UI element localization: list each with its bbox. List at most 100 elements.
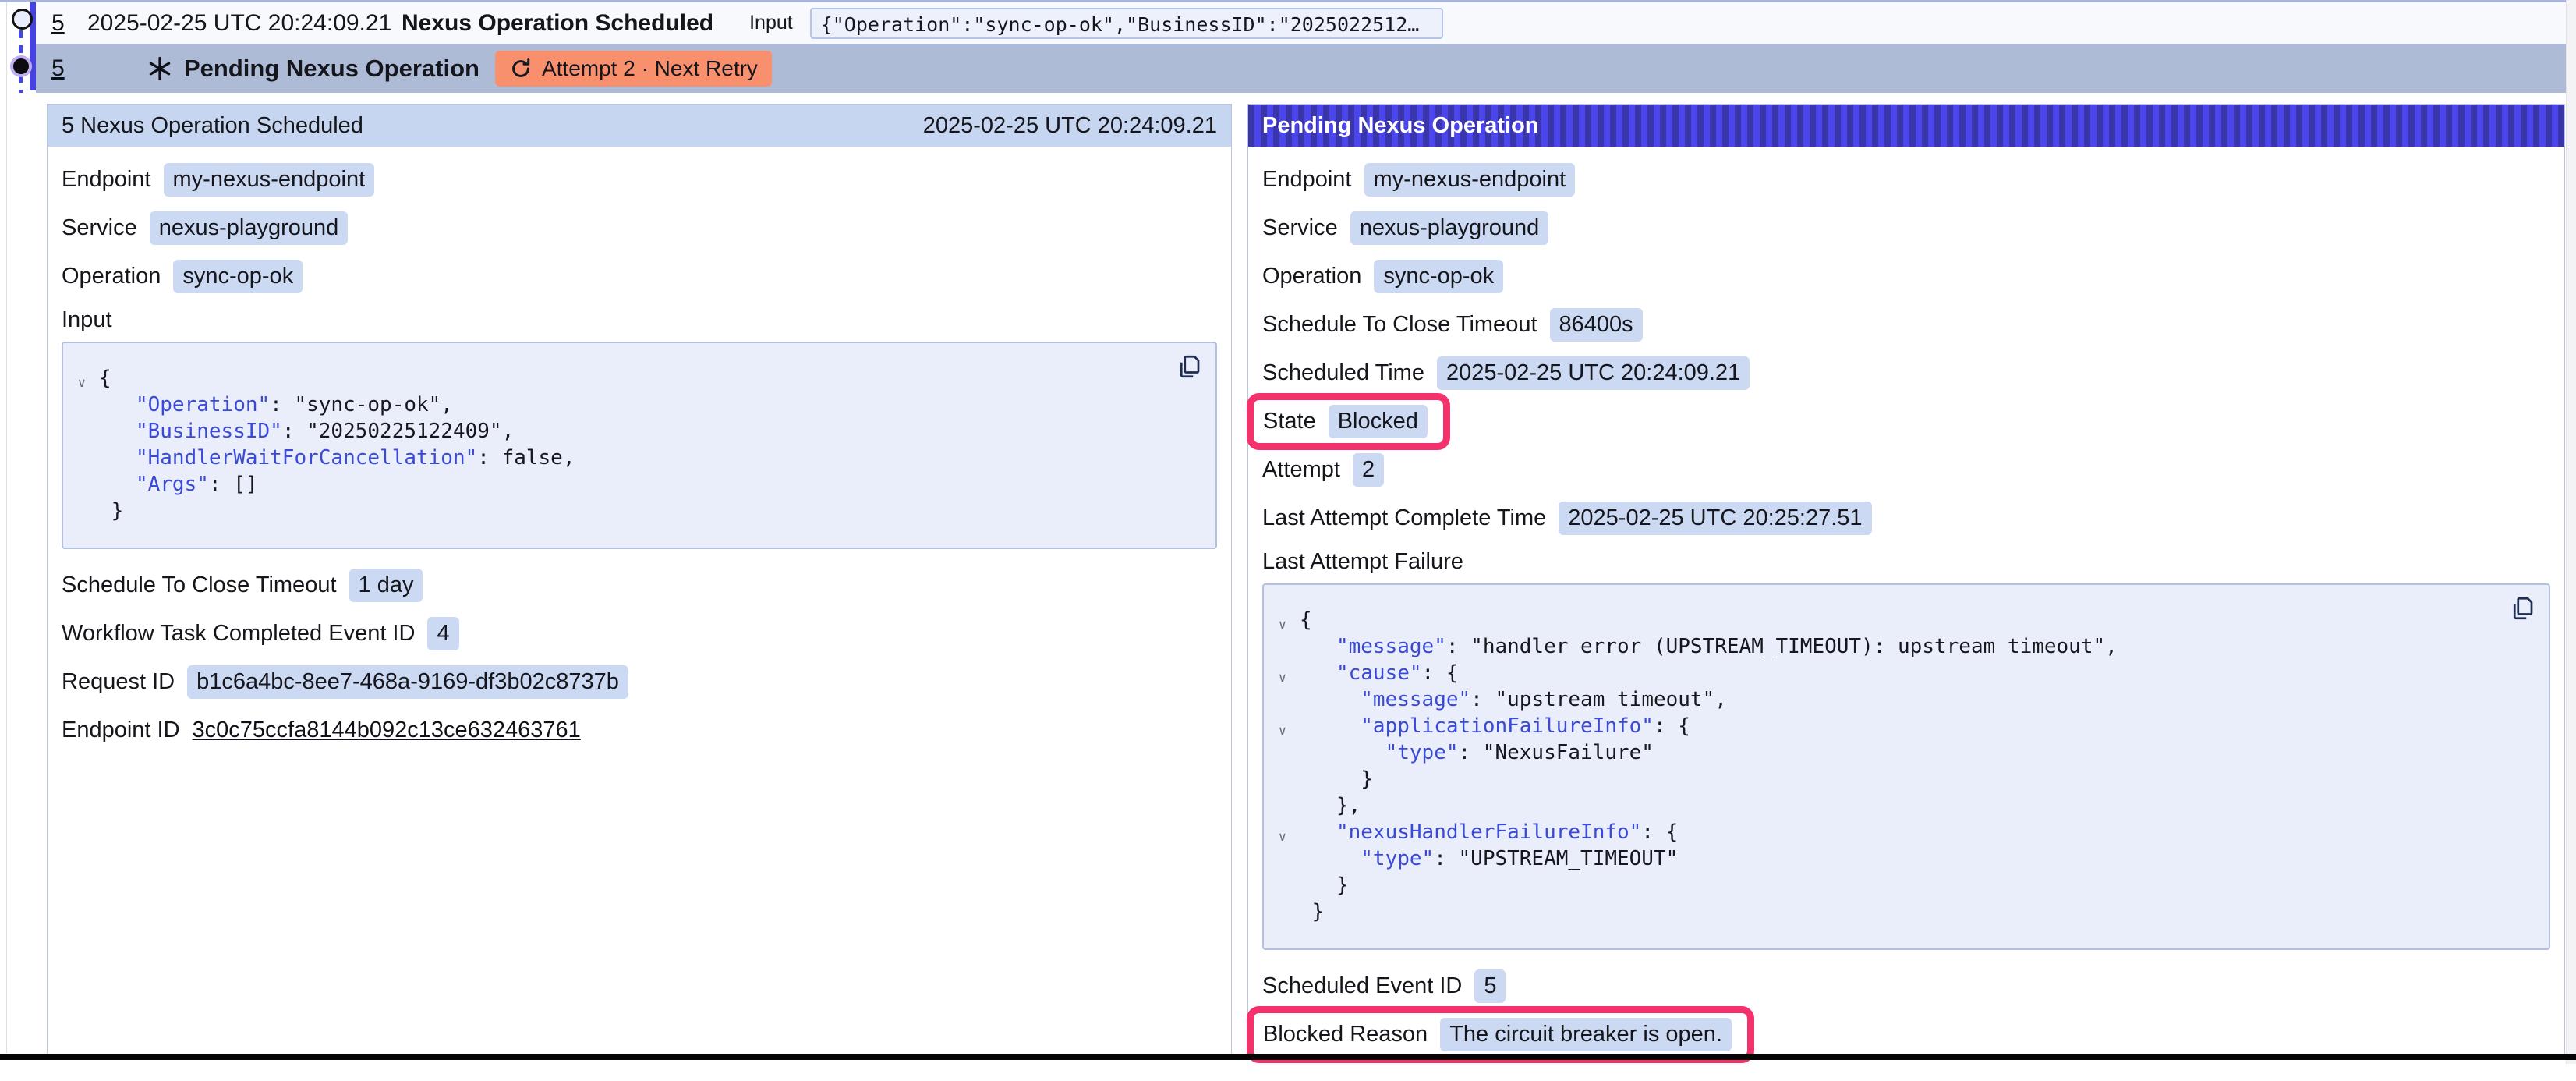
- code-line: }: [1300, 766, 2528, 792]
- field-label: Scheduled Time: [1262, 360, 1424, 386]
- event-title: Nexus Operation Scheduled: [402, 10, 713, 37]
- pending-event-title: Pending Nexus Operation: [184, 55, 479, 83]
- field-label: Workflow Task Completed Event ID: [62, 621, 415, 647]
- field-value-chip: my-nexus-endpoint: [1364, 163, 1576, 197]
- field-label: Last Attempt Complete Time: [1262, 505, 1546, 531]
- field-blocked-reason: Blocked Reason The circuit breaker is op…: [1262, 1017, 2550, 1051]
- timeline-open-marker-icon: [12, 9, 33, 30]
- field-state: State Blocked: [1262, 404, 2550, 438]
- field-label: Endpoint: [1262, 167, 1352, 193]
- field-label: Endpoint: [62, 167, 151, 193]
- code-line: }: [1300, 898, 2528, 925]
- field-request-id: Request ID b1c6a4bc-8ee7-468a-9169-df3b0…: [62, 665, 1217, 699]
- pending-panel-header: Pending Nexus Operation: [1248, 105, 2564, 147]
- code-line: "message": "upstream timeout",: [1300, 686, 2528, 713]
- input-json-block: ∨{ "Operation": "sync-op-ok", "BusinessI…: [62, 342, 1217, 549]
- code-line: ∨ "applicationFailureInfo": {: [1300, 713, 2528, 739]
- input-section-label: Input: [62, 307, 1217, 335]
- field-scheduled-event-id: Scheduled Event ID 5: [1262, 969, 2550, 1003]
- blocked-reason-value-chip: The circuit breaker is open.: [1440, 1018, 1732, 1051]
- field-value-chip: nexus-playground: [1350, 211, 1549, 245]
- scheduled-panel-time: 2025-02-25 UTC 20:24:09.21: [923, 113, 1217, 139]
- retry-icon: [509, 57, 533, 80]
- timeline-current-marker-icon: [13, 58, 29, 74]
- pending-asterisk-icon: [147, 55, 173, 82]
- state-value-chip: Blocked: [1329, 405, 1428, 438]
- field-schedule-to-close-timeout: Schedule To Close Timeout 1 day: [62, 568, 1217, 602]
- code-line: "type": "UPSTREAM_TIMEOUT": [1300, 845, 2528, 872]
- scheduled-event-panel: 5 Nexus Operation Scheduled 2025-02-25 U…: [47, 104, 1232, 1054]
- event-input-preview-chip: {"Operation":"sync-op-ok","BusinessID":"…: [810, 8, 1443, 39]
- code-line: ∨ "nexusHandlerFailureInfo": {: [1300, 819, 2528, 845]
- field-label: Schedule To Close Timeout: [62, 572, 337, 598]
- collapse-caret-icon[interactable]: ∨: [1278, 824, 1287, 850]
- failure-json-block: ∨{ "message": "handler error (UPSTREAM_T…: [1262, 583, 2550, 950]
- field-label: Blocked Reason: [1263, 1022, 1428, 1047]
- code-line: ∨{: [1300, 607, 2528, 633]
- code-line: "Args": []: [99, 471, 1195, 498]
- field-attempt: Attempt 2: [1262, 452, 2550, 487]
- event-row-scheduled[interactable]: 5 2025-02-25 UTC 20:24:09.21 Nexus Opera…: [36, 2, 2568, 44]
- pending-panel-title: Pending Nexus Operation: [1262, 113, 1539, 139]
- event-detail-panels: 5 Nexus Operation Scheduled 2025-02-25 U…: [47, 104, 2565, 1054]
- code-line: "message": "handler error (UPSTREAM_TIME…: [1300, 633, 2528, 660]
- code-line: }: [99, 498, 1195, 524]
- field-operation: Operation sync-op-ok: [1262, 259, 2550, 293]
- field-value-chip: 1 day: [349, 569, 423, 602]
- field-label: Attempt: [1262, 457, 1340, 483]
- field-workflow-task-completed-event-id: Workflow Task Completed Event ID 4: [62, 616, 1217, 650]
- field-schedule-to-close-timeout: Schedule To Close Timeout 86400s: [1262, 307, 2550, 342]
- event-row-pending[interactable]: 5 Pending Nexus Operation Attempt 2 · Ne…: [36, 44, 2568, 93]
- field-value-chip: 4: [427, 617, 458, 650]
- endpoint-id-link[interactable]: 3c0c75ccfa8144b092c13ce632463761: [193, 718, 581, 743]
- field-last-attempt-complete-time: Last Attempt Complete Time 2025-02-25 UT…: [1262, 501, 2550, 535]
- scheduled-panel-header: 5 Nexus Operation Scheduled 2025-02-25 U…: [48, 105, 1231, 147]
- event-id-link[interactable]: 5: [51, 55, 87, 82]
- field-scheduled-time: Scheduled Time 2025-02-25 UTC 20:24:09.2…: [1262, 356, 2550, 390]
- code-line: "HandlerWaitForCancellation": false,: [99, 445, 1195, 471]
- pending-panel-body: Endpoint my-nexus-endpoint Service nexus…: [1248, 147, 2564, 1081]
- page-left-border: [6, 0, 7, 1053]
- field-label: Operation: [62, 264, 161, 289]
- event-history-rows: 5 2025-02-25 UTC 20:24:09.21 Nexus Opera…: [36, 2, 2568, 93]
- field-label: Operation: [1262, 264, 1361, 289]
- failure-section-label: Last Attempt Failure: [1262, 549, 2550, 577]
- field-label: State: [1263, 409, 1316, 434]
- field-service: Service nexus-playground: [62, 211, 1217, 245]
- code-line: },: [1300, 792, 2528, 819]
- code-line: "BusinessID": "20250225122409",: [99, 418, 1195, 445]
- attempt-retry-badge: Attempt 2 · Next Retry: [495, 51, 772, 87]
- collapse-caret-icon[interactable]: ∨: [1278, 665, 1287, 691]
- code-line: }: [1300, 872, 2528, 898]
- field-value-chip: b1c6a4bc-8ee7-468a-9169-df3b02c8737b: [187, 665, 628, 699]
- field-value-chip: 2: [1353, 453, 1384, 487]
- field-value-chip: 2025-02-25 UTC 20:24:09.21: [1437, 356, 1750, 390]
- event-input-label: Input: [749, 12, 793, 34]
- field-value-chip: 2025-02-25 UTC 20:25:27.51: [1559, 502, 1871, 535]
- page-top-border: [0, 0, 2576, 2]
- field-value-chip: sync-op-ok: [173, 260, 303, 293]
- pending-operation-panel: Pending Nexus Operation Endpoint my-nexu…: [1247, 104, 2565, 1054]
- scheduled-panel-body: Endpoint my-nexus-endpoint Service nexus…: [48, 147, 1231, 777]
- collapse-caret-icon[interactable]: ∨: [1278, 718, 1287, 744]
- collapse-caret-icon[interactable]: ∨: [1278, 611, 1287, 638]
- scrollbar-track[interactable]: [2566, 0, 2576, 1064]
- field-label: Request ID: [62, 669, 175, 695]
- collapse-caret-icon[interactable]: ∨: [77, 370, 87, 396]
- field-operation: Operation sync-op-ok: [62, 259, 1217, 293]
- field-label: Schedule To Close Timeout: [1262, 312, 1537, 338]
- field-value-chip: 86400s: [1550, 308, 1643, 342]
- state-annotation-highlight: State Blocked: [1247, 393, 1450, 450]
- field-label: Service: [1262, 215, 1338, 241]
- field-value-chip: nexus-playground: [150, 211, 349, 245]
- scheduled-panel-title: 5 Nexus Operation Scheduled: [62, 113, 363, 139]
- page-bottom-divider: [0, 1054, 2576, 1060]
- code-line: "Operation": "sync-op-ok",: [99, 392, 1195, 418]
- code-line: ∨{: [99, 365, 1195, 392]
- event-id-link[interactable]: 5: [51, 10, 87, 37]
- field-value-chip: 5: [1474, 969, 1506, 1003]
- event-timestamp: 2025-02-25 UTC 20:24:09.21: [87, 10, 402, 37]
- attempt-retry-label: Attempt 2 · Next Retry: [542, 56, 758, 81]
- field-value-chip: my-nexus-endpoint: [164, 163, 375, 197]
- field-label: Scheduled Event ID: [1262, 973, 1462, 999]
